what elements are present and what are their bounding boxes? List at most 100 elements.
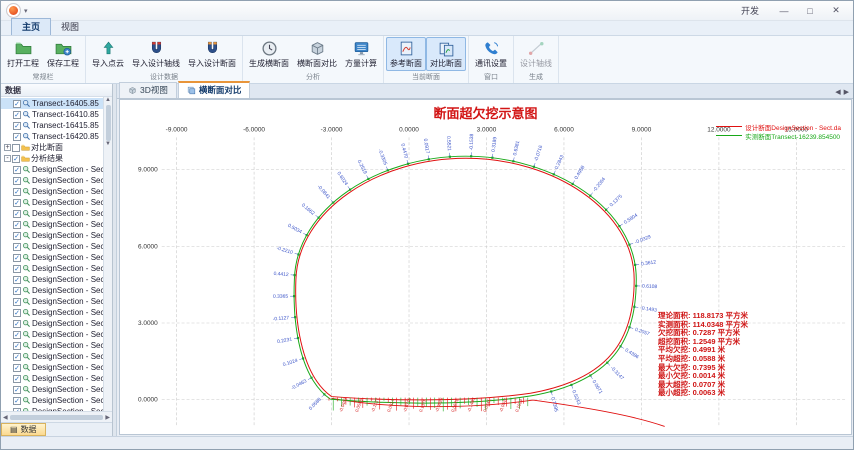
checkbox[interactable]: ✓ bbox=[13, 100, 21, 108]
tree-item[interactable]: ✓DesignSection - Sect bbox=[1, 219, 103, 230]
close-button[interactable]: ✕ bbox=[823, 3, 849, 18]
tree-item-label: DesignSection - Sect bbox=[32, 176, 103, 185]
checkbox[interactable]: ✓ bbox=[13, 232, 21, 240]
ribbon-button-open-project[interactable]: 打开工程 bbox=[3, 37, 43, 71]
checkbox[interactable]: ✓ bbox=[13, 309, 21, 317]
tree-item[interactable]: ✓DesignSection - Sect bbox=[1, 252, 103, 263]
tree-item[interactable]: ✓DesignSection - Sect bbox=[1, 285, 103, 296]
ribbon-button-save-project[interactable]: 保存工程 bbox=[43, 37, 83, 71]
scroll-down-icon[interactable]: ▼ bbox=[105, 141, 111, 147]
checkbox[interactable]: ✓ bbox=[13, 353, 21, 361]
point-offset-label: 0.6108 bbox=[642, 284, 658, 290]
ribbon-button-volume-calc[interactable]: 方量计算 bbox=[341, 37, 381, 71]
checkbox[interactable]: ✓ bbox=[13, 199, 21, 207]
checkbox[interactable]: ✓ bbox=[13, 375, 21, 383]
tree-item[interactable]: ✓DesignSection - Sect bbox=[1, 274, 103, 285]
chart-panel[interactable]: -9.0000-6.0000-3.00000.00003.00006.00009… bbox=[119, 99, 852, 435]
checkbox[interactable]: ✓ bbox=[13, 166, 21, 174]
ribbon-button-compare-section[interactable]: 横断面对比 bbox=[293, 37, 341, 71]
horizontal-scrollbar[interactable]: ◀ ▶ bbox=[1, 411, 112, 422]
ribbon-button-reference-section[interactable]: 参考断面 bbox=[386, 37, 426, 71]
measurement-tick bbox=[606, 207, 609, 210]
minimize-button[interactable]: — bbox=[771, 3, 797, 18]
ribbon-button-comm-settings[interactable]: 通讯设置 bbox=[471, 37, 511, 71]
ribbon-button-design-axis[interactable]: 设计轴线 bbox=[516, 37, 556, 71]
checkbox[interactable]: ✓ bbox=[12, 155, 20, 163]
checkbox[interactable]: ✓ bbox=[13, 342, 21, 350]
checkbox[interactable]: ✓ bbox=[13, 408, 21, 412]
checkbox[interactable]: ✓ bbox=[13, 276, 21, 284]
checkbox[interactable]: ✓ bbox=[13, 397, 21, 405]
tree-item[interactable]: ✓DesignSection - Sect bbox=[1, 406, 103, 411]
tree-item[interactable]: ✓DesignSection - Sect bbox=[1, 296, 103, 307]
vertical-scroll-thumb[interactable] bbox=[106, 105, 111, 141]
app-logo-icon[interactable] bbox=[7, 4, 20, 17]
data-tree: ✓Transect-16405.85✓Transect-16410.85✓Tra… bbox=[1, 98, 103, 411]
tree-item[interactable]: ✓Transect-16405.85 bbox=[1, 98, 103, 109]
ribbon-button-contrast-section[interactable]: 对比断面 bbox=[426, 37, 466, 71]
scroll-up-icon[interactable]: ▲ bbox=[105, 97, 111, 103]
checkbox[interactable]: ✓ bbox=[13, 265, 21, 273]
tree-item[interactable]: ✓DesignSection - Sect bbox=[1, 263, 103, 274]
window-menu-label[interactable]: 开发 bbox=[741, 4, 759, 17]
tree-item[interactable]: ✓DesignSection - Sect bbox=[1, 318, 103, 329]
tree-item[interactable]: ✓DesignSection - Sect bbox=[1, 307, 103, 318]
tree-item[interactable]: ✓ DesignSection - Sect bbox=[1, 175, 103, 186]
tree-item[interactable]: ✓DesignSection - Sect bbox=[1, 373, 103, 384]
ribbon-button-import-pointcloud[interactable]: 导入点云 bbox=[88, 37, 128, 71]
scroll-left-icon[interactable]: ◀ bbox=[3, 414, 8, 421]
checkbox[interactable]: ✓ bbox=[13, 287, 21, 295]
tree-item[interactable]: -✓分析结果 bbox=[1, 153, 103, 164]
checkbox[interactable]: ✓ bbox=[13, 320, 21, 328]
checkbox[interactable]: ✓ bbox=[13, 331, 21, 339]
scroll-right-icon[interactable]: ▶ bbox=[105, 414, 110, 421]
horizontal-scroll-thumb[interactable] bbox=[10, 415, 104, 420]
tree-item[interactable]: ✓DesignSection - Sect bbox=[1, 362, 103, 373]
ribbon-group-label: 分析 bbox=[245, 73, 381, 83]
save-project-icon bbox=[55, 40, 72, 57]
checkbox[interactable]: ✓ bbox=[13, 210, 21, 218]
tree-item[interactable]: ✓DesignSection - Sect bbox=[1, 197, 103, 208]
menu-tab-1[interactable]: 视图 bbox=[51, 19, 89, 35]
tree-item[interactable]: ✓DesignSection - Sect bbox=[1, 241, 103, 252]
tree-item[interactable]: ✓DesignSection - Sect bbox=[1, 340, 103, 351]
tab-scroll-left-icon[interactable]: ◀ bbox=[835, 88, 840, 96]
checkbox[interactable]: ✓ bbox=[13, 133, 21, 141]
tree-item[interactable]: ✓DesignSection - Sect bbox=[1, 230, 103, 241]
tree-item[interactable]: ✓DesignSection - Sect bbox=[1, 395, 103, 406]
checkbox[interactable]: ✓ bbox=[13, 364, 21, 372]
doc-tab-3d-view[interactable]: 3D视图 bbox=[119, 82, 177, 98]
checkbox[interactable]: ✓ bbox=[13, 177, 21, 185]
checkbox[interactable]: ✓ bbox=[13, 122, 21, 130]
doc-tab-section-compare[interactable]: 横断面对比 bbox=[178, 81, 251, 98]
menu-tab-0[interactable]: 主页 bbox=[11, 18, 51, 35]
expand-icon[interactable]: + bbox=[4, 144, 11, 151]
checkbox[interactable]: ✓ bbox=[13, 386, 21, 394]
tree-item[interactable]: ✓DesignSection - Sect bbox=[1, 208, 103, 219]
quick-access-caret-icon[interactable]: ▾ bbox=[24, 7, 28, 15]
tree-item[interactable]: +对比断面 bbox=[1, 142, 103, 153]
tree-item[interactable]: ✓Transect-16415.85 bbox=[1, 120, 103, 131]
tree-item[interactable]: ✓Transect-16420.85 bbox=[1, 131, 103, 142]
sidebar-tab-data[interactable]: ▤ 数据 bbox=[1, 423, 46, 436]
ribbon-button-import-section[interactable]: 导入设计断面 bbox=[184, 37, 240, 71]
tree-item[interactable]: ✓DesignSection - Sect bbox=[1, 164, 103, 175]
checkbox[interactable]: ✓ bbox=[13, 243, 21, 251]
tree-item[interactable]: ✓DesignSection - Sect bbox=[1, 384, 103, 395]
checkbox[interactable]: ✓ bbox=[13, 111, 21, 119]
tree-item[interactable]: ✓DesignSection - Sect bbox=[1, 186, 103, 197]
maximize-button[interactable]: □ bbox=[797, 3, 823, 18]
checkbox[interactable]: ✓ bbox=[13, 188, 21, 196]
checkbox[interactable]: ✓ bbox=[13, 221, 21, 229]
tree-item[interactable]: ✓DesignSection - Sect bbox=[1, 329, 103, 340]
checkbox[interactable]: ✓ bbox=[13, 254, 21, 262]
checkbox[interactable] bbox=[12, 144, 20, 152]
collapse-icon[interactable]: - bbox=[4, 155, 11, 162]
vertical-scrollbar[interactable]: ▲ ▼ bbox=[103, 97, 112, 411]
tree-item[interactable]: ✓DesignSection - Sect bbox=[1, 351, 103, 362]
checkbox[interactable]: ✓ bbox=[13, 298, 21, 306]
tree-item[interactable]: ✓Transect-16410.85 bbox=[1, 109, 103, 120]
ribbon-button-import-axis[interactable]: 导入设计轴线 bbox=[128, 37, 184, 71]
tab-scroll-right-icon[interactable]: ▶ bbox=[844, 88, 849, 96]
ribbon-button-generate-section[interactable]: 生成横断面 bbox=[245, 37, 293, 71]
